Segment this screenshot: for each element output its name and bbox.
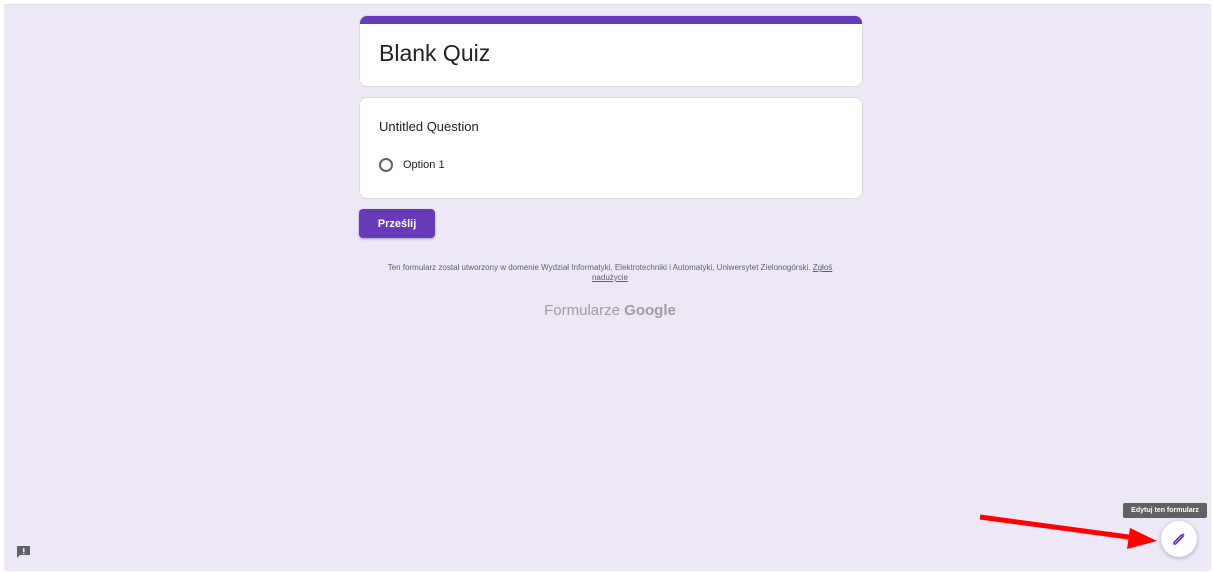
annotation-arrow [979,514,1157,549]
